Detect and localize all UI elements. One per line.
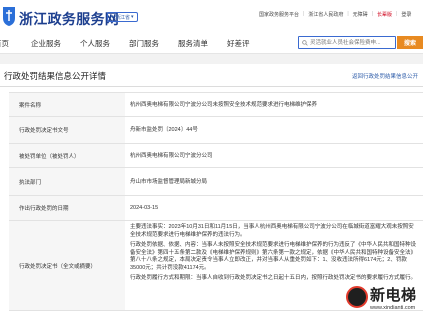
row-label: 作出行政处罚的日期 [9, 196, 125, 220]
search-input[interactable] [310, 37, 395, 48]
row-value: 2024-03-15 [130, 205, 159, 211]
logo-icon[interactable] [0, 4, 20, 28]
nav-item-service-list[interactable]: 服务清单 [178, 38, 208, 49]
chevron-down-icon: ▾ [131, 14, 134, 20]
top-link[interactable]: 浙江省人民政府 [308, 11, 343, 18]
penalty-basis: 行政处罚依据、依据、内容：当事人未按照安全技术规范要求进行电梯维护保养的行为违反… [130, 242, 417, 271]
top-link[interactable]: 国家政务服务平台 [259, 11, 299, 18]
search-box[interactable] [298, 36, 396, 49]
row-label: 执法部门 [9, 168, 125, 195]
watermark-logo-icon [346, 286, 368, 308]
top-link[interactable]: 长辈版 [377, 11, 392, 18]
penalty-facts: 主要违法事实：2023年10月31日和11月15日，当事人杭州西奥电梯有限公司宁… [130, 224, 414, 238]
link-separator: | [347, 11, 349, 17]
top-link[interactable]: 无障碍 [353, 11, 368, 18]
site-header: 浙江政务服务网 ● 浙江省 ▾ 国家政务服务平台 | 浙江省人民政府 | 无障碍 | 长辈版… [0, 0, 423, 32]
table-row: 案件名称 杭州西奥电梯有限公司宁波分公司未按照安全技术规范要求进行电梯维护保养 [9, 93, 423, 117]
row-value: 杭州西奥电梯有限公司宁波分公司 [130, 152, 213, 159]
row-label: 行政处罚决定书（全文或摘要） [9, 221, 125, 310]
row-label: 案件名称 [9, 93, 125, 116]
top-links: 国家政务服务平台 | 浙江省人民政府 | 无障碍 | 长辈版 | 登录 [259, 11, 411, 18]
row-label: 行政处罚决定书文号 [9, 117, 125, 143]
nav-item-rating[interactable]: 好差评 [227, 38, 250, 49]
table-row: 被处罚单位（被处罚人） 杭州西奥电梯有限公司宁波分公司 [9, 144, 423, 168]
watermark: 新电梯 www.xindianti.com [344, 282, 423, 318]
table-row: 作出行政处罚的日期 2024-03-15 [9, 196, 423, 221]
nav-item-department[interactable]: 部门服务 [129, 38, 159, 49]
row-value: 舟山市市场监督管理局新城分局 [130, 178, 208, 185]
nav-item-personal[interactable]: 个人服务 [80, 38, 110, 49]
location-pin-icon: ● [111, 14, 115, 20]
link-separator: | [371, 11, 373, 17]
region-label: 浙江省 [115, 14, 131, 21]
table-row: 行政处罚决定书文号 舟新市监处罚〔2024〕44号 [9, 117, 423, 144]
site-brand-title[interactable]: 浙江政务服务网 [19, 9, 119, 29]
divider [0, 86, 423, 87]
nav-item-enterprise[interactable]: 企业服务 [31, 38, 61, 49]
banner-band [0, 54, 423, 64]
watermark-url: www.xindianti.com [370, 305, 416, 311]
detail-table: 案件名称 杭州西奥电梯有限公司宁波分公司未按照安全技术规范要求进行电梯维护保养 … [9, 92, 423, 311]
row-value: 杭州西奥电梯有限公司宁波分公司未按照安全技术规范要求进行电梯维护保养 [130, 101, 318, 108]
top-link[interactable]: 登录 [401, 11, 411, 18]
link-separator: | [303, 11, 305, 17]
search-button[interactable]: 搜索 [397, 36, 423, 49]
nav-item-home[interactable]: 首页 [0, 38, 9, 49]
row-label: 被处罚单位（被处罚人） [9, 144, 125, 167]
table-row: 执法部门 舟山市市场监督管理局新城分局 [9, 168, 423, 196]
row-value: 舟新市监处罚〔2024〕44号 [130, 127, 198, 133]
region-selector[interactable]: ● 浙江省 ▾ [107, 12, 138, 22]
search-icon [302, 40, 308, 46]
page-title: 行政处罚结果信息公开详情 [4, 71, 107, 81]
watermark-text: 新电梯 [370, 287, 417, 304]
link-separator: | [396, 11, 398, 17]
return-link[interactable]: 返回行政处罚结果信息公开 [352, 72, 418, 80]
